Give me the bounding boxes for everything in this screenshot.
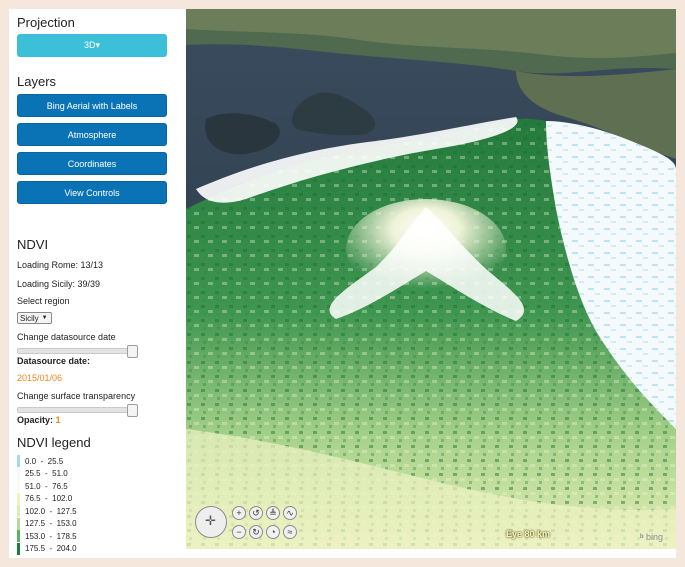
region-select[interactable]: Sicily ▼	[17, 312, 52, 324]
rotate-right-button[interactable]: ↻	[249, 525, 263, 539]
legend-color-swatch	[17, 480, 20, 492]
legend-range-label: 127.5 - 153.0	[25, 519, 77, 528]
app-window: Projection 3D▾ Layers Bing Aerial with L…	[9, 9, 676, 558]
legend-row: 175.5 - 204.0	[17, 542, 77, 555]
legend-range-label: 0.0 - 25.5	[25, 456, 64, 466]
legend-color-swatch	[17, 505, 20, 517]
opacity-value: 1	[55, 415, 61, 425]
tilt-up-button[interactable]: ≜	[266, 506, 280, 520]
legend-color-swatch	[17, 530, 20, 542]
bing-b-icon: ᵇ	[640, 532, 644, 542]
legend-color-swatch	[17, 492, 20, 505]
layers-heading: Layers	[17, 74, 57, 89]
region-select-value: Sicily	[20, 313, 39, 323]
layer-view-controls-button[interactable]: View Controls	[17, 181, 167, 204]
chevron-down-icon: ▼	[41, 315, 48, 321]
legend-color-swatch	[17, 517, 20, 530]
legend-row: 25.5 - 51.0	[17, 467, 68, 480]
opacity-readout: Opacity: 1	[17, 415, 61, 425]
legend-row: 153.0 - 178.5	[17, 530, 77, 542]
date-slider[interactable]	[17, 345, 138, 358]
layer-coordinates-button[interactable]: Coordinates	[17, 152, 167, 175]
bing-logo: ᵇ bing	[640, 532, 663, 542]
legend-row: 51.0 - 76.5	[17, 480, 68, 492]
layer-atmosphere-button[interactable]: Atmosphere	[17, 123, 167, 146]
move-icon: ✛	[205, 513, 216, 528]
legend-range-label: 25.5 - 51.0	[25, 469, 68, 478]
legend-row: 76.5 - 102.0	[17, 492, 73, 505]
layer-bing-aerial-button[interactable]: Bing Aerial with Labels	[17, 94, 167, 117]
legend-range-label: 51.0 - 76.5	[25, 481, 68, 491]
ndvi-heading: NDVI	[17, 237, 49, 252]
zoom-in-button[interactable]: +	[232, 506, 246, 520]
loading-sicily-status: Loading Sicily: 39/39	[17, 279, 101, 289]
legend-color-swatch	[17, 467, 20, 480]
opacity-slider-thumb[interactable]	[127, 404, 138, 417]
exaggerate-up-button[interactable]: ∿	[283, 506, 297, 520]
legend-range-label: 153.0 - 178.5	[25, 531, 77, 541]
loading-rome-status: Loading Rome: 13/13	[17, 260, 104, 270]
projection-dropdown-button[interactable]: 3D▾	[17, 34, 167, 57]
select-region-label: Select region	[17, 296, 70, 306]
date-slider-thumb[interactable]	[127, 345, 138, 358]
rotate-left-button[interactable]: ↺	[249, 506, 263, 520]
ndvi-legend-heading: NDVI legend	[17, 435, 91, 450]
legend-color-swatch	[17, 542, 20, 555]
legend-range-label: 175.5 - 204.0	[25, 544, 77, 553]
projection-heading: Projection	[17, 15, 75, 30]
globe-view[interactable]: ✛ + − ↺ ↻ ≜ ◔ ∿ ≈ Eye 80 km ᵇ bing	[186, 9, 676, 549]
sidebar: Projection 3D▾ Layers Bing Aerial with L…	[9, 9, 186, 558]
change-date-label: Change datasource date	[17, 332, 116, 342]
legend-row: 102.0 - 127.5	[17, 505, 77, 517]
zoom-out-button[interactable]: −	[232, 525, 246, 539]
legend-row: 0.0 - 25.5	[17, 455, 63, 467]
opacity-slider[interactable]	[17, 404, 138, 417]
terrain-map	[186, 9, 676, 549]
exaggerate-down-button[interactable]: ≈	[283, 525, 297, 539]
bing-logo-text: bing	[646, 532, 664, 542]
datasource-date-value: 2015/01/06	[17, 373, 63, 383]
transparency-label: Change surface transparency	[17, 391, 136, 401]
legend-row: 127.5 - 153.0	[17, 517, 77, 530]
tilt-down-button[interactable]: ◔	[266, 525, 280, 539]
legend-color-swatch	[17, 455, 20, 467]
datasource-date-label: Datasource date:	[17, 356, 91, 366]
pan-control[interactable]: ✛	[195, 506, 227, 538]
eye-altitude-readout: Eye 80 km	[506, 529, 551, 539]
legend-range-label: 102.0 - 127.5	[25, 506, 77, 516]
opacity-label: Opacity:	[17, 415, 54, 425]
legend-range-label: 76.5 - 102.0	[25, 494, 73, 503]
